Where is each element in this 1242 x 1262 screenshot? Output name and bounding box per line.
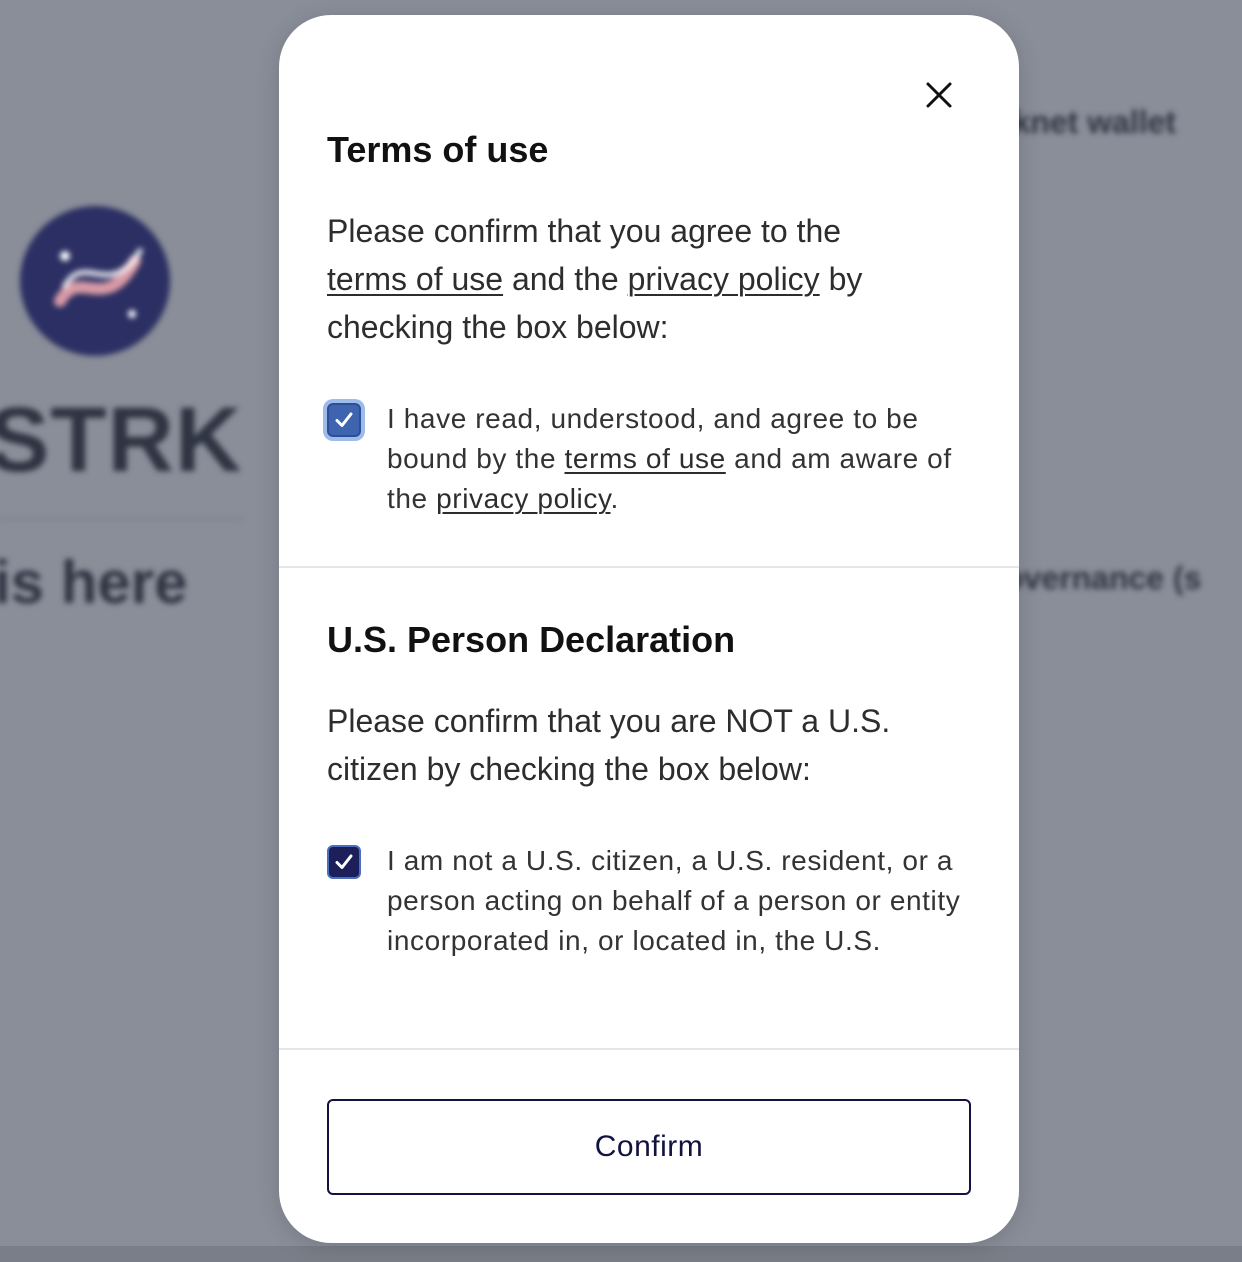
terms-title: Terms of use <box>327 129 549 170</box>
background-ticker: STRK <box>0 389 243 491</box>
us-person-checkbox[interactable] <box>327 845 361 879</box>
background-headline: is here <box>0 549 188 616</box>
background-governance-text: overnance (s <box>1004 560 1202 596</box>
close-button[interactable] <box>919 75 959 115</box>
terms-of-use-link[interactable]: terms of use <box>327 261 503 297</box>
terms-checkbox-label: I have read, understood, and agree to be… <box>387 399 977 519</box>
section-divider <box>279 566 1019 568</box>
strk-logo <box>20 206 170 356</box>
us-person-prompt: Please confirm that you are NOT a U.S. c… <box>327 703 891 787</box>
checkmark-icon <box>335 412 353 427</box>
us-person-title: U.S. Person Declaration <box>327 619 736 660</box>
checkmark-icon <box>335 854 353 869</box>
footer-divider <box>279 1048 1019 1050</box>
terms-checkbox[interactable] <box>327 403 361 437</box>
terms-prompt-middle: and the <box>511 261 619 297</box>
terms-checkbox-text-after: . <box>610 483 619 514</box>
us-person-checkbox-label: I am not a U.S. citizen, a U.S. resident… <box>387 845 961 956</box>
privacy-policy-link[interactable]: privacy policy <box>628 261 820 297</box>
background-divider <box>0 518 245 520</box>
background-bottom-bar <box>0 1246 1242 1262</box>
terms-prompt: Please confirm that you agree to the term… <box>327 207 967 351</box>
terms-of-use-link-2[interactable]: terms of use <box>565 443 726 474</box>
privacy-policy-link-2[interactable]: privacy policy <box>436 483 610 514</box>
confirm-button[interactable]: Confirm <box>327 1099 971 1195</box>
background-wallet-text: rknet wallet <box>1000 104 1177 140</box>
terms-modal: Terms of use Please confirm that you agr… <box>279 15 1019 1243</box>
close-icon <box>926 82 952 108</box>
terms-prompt-text: Please confirm that you agree to the <box>327 213 842 249</box>
